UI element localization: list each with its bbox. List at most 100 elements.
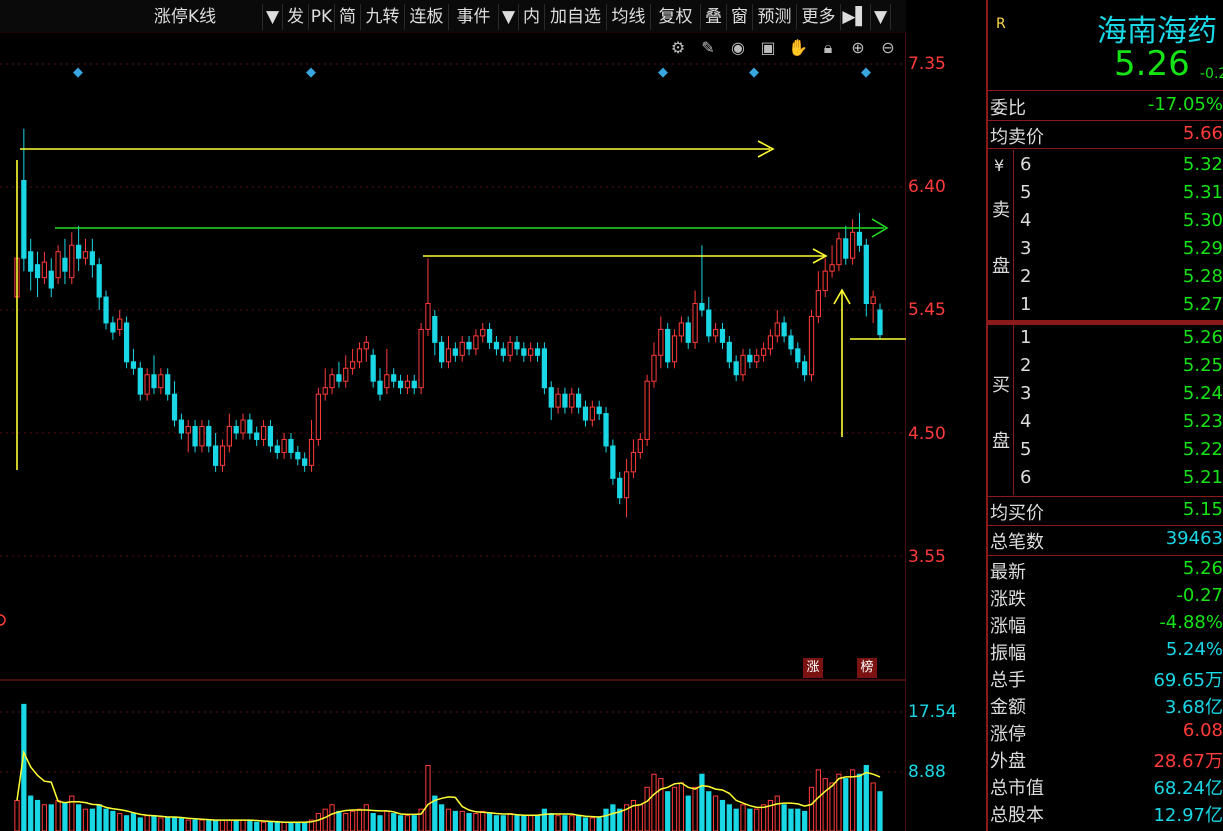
window-button[interactable]: 窗 [727, 4, 753, 30]
lock-icon[interactable]: 🔒︎ [818, 38, 838, 58]
volume-bar [254, 821, 260, 831]
events-dropdown[interactable]: ▼ [499, 4, 519, 30]
volume-bar [480, 810, 486, 831]
candle-body [843, 238, 849, 259]
candle-body [349, 361, 356, 369]
avg-buy-value: 5.15 [1182, 499, 1223, 520]
candle-body [199, 426, 205, 447]
volume-bar [439, 804, 445, 831]
volume-bar [678, 782, 684, 831]
hand-icon[interactable]: ✋ [788, 38, 808, 58]
candle-body [377, 380, 383, 395]
volume-bar [576, 815, 582, 831]
candle-body [439, 341, 445, 363]
volume-bar [199, 819, 205, 831]
volume-bar [528, 815, 534, 831]
candle-body [870, 296, 876, 305]
inner-button[interactable]: 内 [519, 4, 545, 30]
candle-body [576, 393, 582, 408]
limit-up-tag[interactable]: 涨 [803, 658, 823, 678]
volume-bar [541, 808, 548, 831]
price-tick: 5.45 [908, 300, 946, 320]
ma-button[interactable]: 均线 [607, 4, 651, 30]
volume-bar [363, 804, 369, 831]
more-button[interactable]: 更多 [797, 4, 841, 30]
volume-bar [48, 804, 54, 831]
candle-body [685, 322, 691, 343]
candle-body [493, 341, 500, 350]
volume-bar [760, 804, 767, 831]
candle-body [480, 328, 486, 337]
eye-icon[interactable]: ◉ [728, 38, 748, 58]
add-watchlist-button[interactable]: 加自选 [545, 4, 607, 30]
candle-body [665, 328, 671, 363]
divider [988, 496, 1223, 497]
volume-bar [603, 808, 609, 831]
volume-bar [343, 813, 349, 831]
volume-bar [103, 808, 109, 831]
volume-bar [151, 815, 157, 831]
volume-bar [123, 815, 130, 831]
volume-bar [582, 817, 589, 831]
overlay-button[interactable]: 叠 [701, 4, 727, 30]
kline-canvas[interactable]: ◆ ◆ ◆ ◆ ◆ [0, 0, 906, 831]
candle-body [295, 451, 301, 460]
trash-icon[interactable]: ▣ [758, 38, 778, 58]
candle-body [233, 426, 239, 434]
publish-button[interactable]: 发 [283, 4, 309, 30]
candle-body [260, 426, 267, 440]
volume-bar [219, 819, 226, 831]
volume-bar [740, 804, 746, 831]
candle-body [795, 348, 801, 363]
candle-body [110, 322, 116, 333]
volume-bar [329, 804, 335, 831]
volume-bar [247, 819, 253, 831]
candle-body [397, 380, 404, 389]
zoom-in-icon[interactable]: ⊕ [848, 38, 868, 58]
gear-icon[interactable]: ⚙ [668, 38, 688, 58]
pk-button[interactable]: PK [309, 4, 335, 30]
volume-bar [295, 821, 301, 831]
candle-body [808, 315, 815, 376]
lianban-button[interactable]: 连板 [405, 4, 449, 30]
ranking-tag[interactable]: 榜 [857, 658, 877, 678]
volume-bar [233, 819, 239, 831]
candle-body [610, 445, 616, 479]
candle-body [308, 438, 315, 466]
candle-body [144, 374, 150, 395]
candle-body [370, 354, 376, 382]
candle-body [28, 251, 34, 272]
sell-side-label: 卖 [992, 200, 1010, 221]
simple-button[interactable]: 简 [335, 4, 361, 30]
volume-bar [665, 791, 671, 831]
volume-bar [658, 778, 664, 831]
toolbar-dropdown[interactable]: ▼ [871, 4, 891, 30]
volume-bar [548, 813, 554, 831]
candle-body [555, 393, 561, 408]
divider [988, 555, 1223, 556]
candle-body [754, 354, 760, 363]
zoom-out-icon[interactable]: ⊖ [878, 38, 898, 58]
volume-bar [322, 808, 328, 831]
candle-body [829, 264, 835, 272]
avg-buy-label: 均买价 [990, 503, 1044, 524]
volume-bar [336, 810, 342, 831]
forecast-button[interactable]: 预测 [753, 4, 797, 30]
volume-bar [521, 815, 527, 831]
play-button[interactable]: ▶▌ [841, 4, 871, 30]
pen-icon[interactable]: ✎ [698, 38, 718, 58]
adjust-button[interactable]: 复权 [651, 4, 701, 30]
nine-turn-button[interactable]: 九转 [361, 4, 405, 30]
buy-side-label: 盘 [992, 431, 1010, 452]
event-marker: ◆ [306, 65, 316, 80]
limit-up-kline-button[interactable]: 涨停K线 [108, 4, 263, 30]
events-button[interactable]: 事件 [449, 4, 499, 30]
stat-label: 涨停 [990, 724, 1026, 745]
kline-chart[interactable]: ◆ ◆ ◆ ◆ ◆ [0, 0, 906, 831]
level-price: 5.26 [1182, 327, 1223, 348]
volume-bar [747, 808, 753, 831]
kline-type-dropdown[interactable]: ▼ [263, 4, 283, 30]
stat-value: 3.68亿 [1164, 697, 1223, 718]
volume-bar [370, 813, 376, 831]
buy-side-label: 买 [992, 375, 1010, 396]
